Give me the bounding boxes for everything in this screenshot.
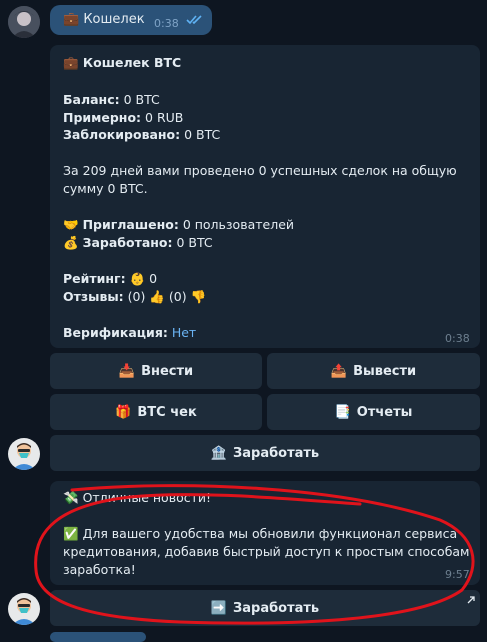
deposit-button[interactable]: 📥 Внести (50, 353, 262, 389)
deposit-button-label: Внести (141, 363, 194, 379)
thumbs-up-icon: 👍 (149, 289, 165, 304)
btc-check-button-label: BTC чек (137, 404, 197, 420)
bot-avatar[interactable] (8, 593, 40, 625)
earn-button-label: Заработать (233, 445, 320, 461)
blocked-label: Заблокировано: (63, 127, 181, 142)
news-header: 💸 Отличные новости! (63, 490, 211, 506)
verification-label: Верификация: (63, 325, 168, 340)
handshake-icon: 🤝 (63, 217, 79, 232)
blocked-value: 0 BTC (184, 127, 221, 142)
wallet-message-time: 0:38 (445, 332, 470, 345)
news-header-text: Отличные новости! (82, 490, 212, 505)
invited-label: Приглашено: (82, 217, 179, 232)
page-icon: 📑 (334, 404, 351, 420)
bank-icon: 🏦 (210, 445, 227, 461)
balance-value: 0 BTC (123, 92, 160, 107)
outbox-tray-icon: 📤 (330, 363, 348, 379)
reviews-positive: (0) (127, 289, 146, 304)
earn-button[interactable]: 🏦 Заработать (50, 435, 480, 471)
reviews-negative: (0) (168, 289, 187, 304)
verification-line: Верификация: Нет (63, 325, 196, 340)
external-link-icon (467, 593, 475, 608)
invited-value: 0 пользователей (182, 217, 295, 232)
approx-line: Примерно: 0 RUB (63, 110, 183, 125)
inbox-tray-icon: 📥 (118, 363, 136, 379)
earned-line: 💰 Заработано: 0 BTC (63, 235, 213, 251)
bot-avatar[interactable] (8, 438, 40, 470)
check-mark-icon: ✅ (63, 526, 79, 541)
earned-value: 0 BTC (176, 235, 213, 250)
rating-line: Рейтинг: 👶 0 (63, 271, 157, 287)
balance-label: Баланс: (63, 92, 120, 107)
rating-value: 0 (149, 271, 158, 286)
news-earn-button-label: Заработать (233, 600, 320, 616)
news-message-time: 9:57 (445, 568, 470, 581)
blocked-line: Заблокировано: 0 BTC (63, 127, 220, 142)
wallet-title: 💼 Кошелек BTC (63, 55, 182, 70)
money-wings-icon: 💸 (63, 490, 79, 505)
news-line-1-text: Для вашего удобства мы обновили функцион… (82, 526, 458, 541)
money-bag-icon: 💰 (63, 235, 79, 250)
approx-value: 0 RUB (145, 110, 184, 125)
news-line-2: кредитования, добавив быстрый доступ к п… (63, 544, 470, 559)
rating-label: Рейтинг: (63, 271, 126, 286)
baby-icon: 👶 (129, 271, 146, 286)
gift-icon: 🎁 (115, 404, 132, 420)
news-earn-button[interactable]: ➡️ Заработать (50, 590, 480, 626)
reports-button[interactable]: 📑 Отчеты (267, 394, 480, 430)
right-arrow-icon: ➡️ (210, 600, 227, 616)
withdraw-button-label: Вывести (353, 363, 417, 379)
approx-label: Примерно: (63, 110, 142, 125)
next-message-edge (50, 632, 146, 642)
btc-check-button[interactable]: 🎁 BTC чек (50, 394, 262, 430)
balance-line: Баланс: 0 BTC (63, 92, 160, 107)
withdraw-button[interactable]: 📤 Вывести (267, 353, 480, 389)
stats-line-2: сумму 0 BTC. (63, 181, 148, 196)
reviews-label: Отзывы: (63, 289, 124, 304)
user-avatar[interactable] (8, 6, 40, 38)
earned-label: Заработано: (82, 235, 173, 250)
invited-line: 🤝 Приглашено: 0 пользователей (63, 217, 294, 233)
read-check-icon (186, 14, 204, 30)
outgoing-message-text: 💼 Кошелек (63, 12, 145, 27)
reports-button-label: Отчеты (356, 404, 413, 420)
thumbs-down-icon: 👎 (190, 289, 207, 304)
reviews-line: Отзывы: (0) 👍 (0) 👎 (63, 289, 206, 305)
news-line-3: заработка! (63, 562, 136, 577)
news-line-1: ✅ Для вашего удобства мы обновили функци… (63, 526, 457, 542)
message-time: 0:38 (154, 17, 179, 30)
outgoing-message[interactable]: 💼 Кошелек 0:38 (50, 5, 212, 35)
verification-value: Нет (171, 325, 197, 340)
stats-line-1: За 209 дней вами проведено 0 успешных сд… (63, 163, 457, 178)
